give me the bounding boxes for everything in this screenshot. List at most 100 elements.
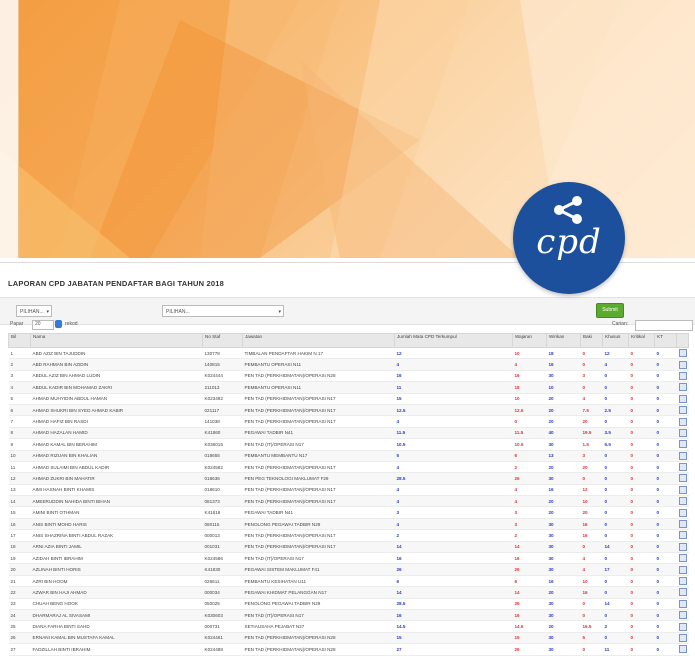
cell-number: 24 xyxy=(8,609,31,622)
table-row: 21 AZRI BIN HOOM 026611 PEMBANTU KESIHATAN … xyxy=(8,575,689,588)
view-detail-icon[interactable] xyxy=(678,474,687,483)
cell-balance: 5 xyxy=(580,632,603,645)
cell-critical: 0 xyxy=(628,370,655,383)
column-header[interactable]: No Staf xyxy=(202,333,243,348)
table-row: 26 ERNANI KAMAL BIN MUSTAFA KAMAL K024461 P… xyxy=(8,632,689,645)
cell-balance: 20 xyxy=(580,415,603,428)
cell-kt: 0 xyxy=(654,529,677,542)
cell-total-points: 4 xyxy=(394,415,513,428)
cell-required: 14 xyxy=(512,586,547,599)
view-detail-icon[interactable] xyxy=(678,371,687,380)
view-detail-icon[interactable] xyxy=(678,394,687,403)
view-detail-icon[interactable] xyxy=(678,645,687,654)
view-detail-icon[interactable] xyxy=(678,577,687,585)
cell-staff-no: 130778 xyxy=(202,347,243,360)
view-detail-icon[interactable] xyxy=(678,588,687,597)
cell-required: 14 xyxy=(512,541,547,554)
column-header[interactable]: KT xyxy=(654,333,677,348)
table-row: 10 AHMAD RIZUAN BIN KHALIAN 018655 PEMBANTU… xyxy=(8,450,689,462)
cell-number: 1 xyxy=(8,347,31,360)
cell-position: PEGAWAI SISTEM MAKLUMAT F41 xyxy=(242,563,395,576)
cell-required: 18 xyxy=(512,381,547,394)
view-detail-icon[interactable] xyxy=(678,531,687,540)
cell-earned: 20 xyxy=(546,495,581,508)
view-detail-icon[interactable] xyxy=(678,633,687,642)
view-detail-icon[interactable] xyxy=(678,611,687,620)
cell-staff-no: K024461 xyxy=(202,632,243,645)
cell-total-points: 12 xyxy=(394,347,513,360)
cell-staff-no: K024488 xyxy=(202,643,243,656)
cell-number: 18 xyxy=(8,541,31,554)
view-detail-icon[interactable] xyxy=(678,599,687,608)
view-detail-icon[interactable] xyxy=(678,542,687,551)
cell-specific: 0 xyxy=(602,472,629,485)
filter-select-1[interactable]: PILIHAN... ▾ xyxy=(16,305,52,317)
cell-specific: 0 xyxy=(602,461,629,474)
cell-name: ABDUL KADIR BIN MOHAMAD ZAKRI xyxy=(30,381,203,394)
row-action xyxy=(676,518,689,531)
row-action xyxy=(676,461,689,474)
cell-critical: 0 xyxy=(628,393,655,405)
column-header[interactable]: Wajaran xyxy=(512,333,547,348)
cell-critical: 0 xyxy=(628,461,655,474)
entries-select[interactable]: 20 xyxy=(32,320,54,330)
table-row: 9 AHMAD KAMAL BIN BERAHIM K036015 PEN TAD (… xyxy=(8,438,689,451)
cell-staff-no: K024586 xyxy=(202,552,243,565)
column-header[interactable]: Baki xyxy=(580,333,603,348)
cell-balance: 0 xyxy=(580,347,603,360)
filter-select-2[interactable]: PILIHAN... ▾ xyxy=(162,305,284,317)
view-detail-icon[interactable] xyxy=(678,406,687,415)
column-header[interactable]: Jawatan xyxy=(242,333,395,348)
cell-critical: 0 xyxy=(628,518,655,531)
column-header[interactable]: Wirikan xyxy=(546,333,581,348)
view-detail-icon[interactable] xyxy=(678,497,687,506)
cell-staff-no: 001031 xyxy=(202,541,243,554)
column-header[interactable]: Khusus xyxy=(602,333,629,348)
table-row: 23 CHUAH BENG HOOK 050025 PENOLONG PEGAWAI … xyxy=(8,598,689,611)
cell-staff-no: K024582 xyxy=(202,461,243,474)
column-header[interactable]: Nama xyxy=(30,333,203,348)
cell-critical: 0 xyxy=(628,484,655,497)
view-detail-icon[interactable] xyxy=(678,440,687,449)
cell-critical: 0 xyxy=(628,415,655,428)
cell-earned: 16 xyxy=(546,358,581,371)
column-header[interactable]: Bil xyxy=(8,333,31,348)
column-header[interactable]: Kritikal xyxy=(628,333,655,348)
cell-balance: 10 xyxy=(580,495,603,508)
cell-balance: 0 xyxy=(580,643,603,656)
cell-specific: 0 xyxy=(602,506,629,519)
cell-required: 6 xyxy=(512,575,547,588)
view-detail-icon[interactable] xyxy=(678,451,687,460)
cell-staff-no: 081373 xyxy=(202,495,243,508)
view-detail-icon[interactable] xyxy=(678,565,687,574)
cell-specific: 0 xyxy=(602,450,629,462)
cell-critical: 0 xyxy=(628,632,655,645)
view-detail-icon[interactable] xyxy=(678,360,687,369)
cell-name: AHMAD MUHYIDIN ABDUL HAMAN xyxy=(30,393,203,405)
cell-number: 19 xyxy=(8,552,31,565)
cell-specific: 0 xyxy=(602,415,629,428)
cell-specific: 0 xyxy=(602,484,629,497)
cell-position: PEN TAD (PERKHIDMATAN)/OPERASI N17 xyxy=(242,393,395,405)
cell-kt: 0 xyxy=(654,495,677,508)
cell-total-points: 15 xyxy=(394,393,513,405)
entries-spinner-icon[interactable] xyxy=(55,320,62,328)
view-detail-icon[interactable] xyxy=(678,622,687,631)
cell-number: 25 xyxy=(8,620,31,633)
view-detail-icon[interactable] xyxy=(678,554,687,563)
cell-total-points: 2 xyxy=(394,529,513,542)
view-detail-icon[interactable] xyxy=(678,417,687,426)
view-detail-icon[interactable] xyxy=(678,485,687,494)
view-detail-icon[interactable] xyxy=(678,383,687,392)
column-header[interactable] xyxy=(676,333,689,348)
view-detail-icon[interactable] xyxy=(678,349,687,358)
cell-kt: 0 xyxy=(654,461,677,474)
view-detail-icon[interactable] xyxy=(678,508,687,517)
view-detail-icon[interactable] xyxy=(678,428,687,437)
search-input[interactable] xyxy=(635,320,693,331)
cell-critical: 0 xyxy=(628,427,655,440)
view-detail-icon[interactable] xyxy=(678,463,687,472)
column-header[interactable]: Jumlah Mata CPD Terkumpul xyxy=(394,333,513,348)
submit-button[interactable]: Submit xyxy=(596,303,624,318)
view-detail-icon[interactable] xyxy=(678,520,687,529)
